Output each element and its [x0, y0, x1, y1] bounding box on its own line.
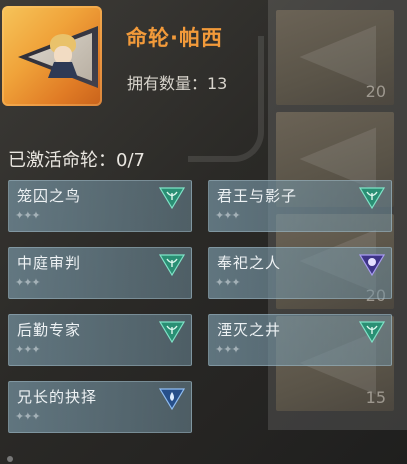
- constellation-name: 后勤专家: [17, 321, 82, 339]
- constellation-card[interactable]: 君王与影子 ✦✦✦: [208, 180, 392, 232]
- constellation-card[interactable]: 笼囚之鸟 ✦✦✦: [8, 180, 192, 232]
- star-rating: ✦✦✦: [215, 343, 241, 356]
- star-rating: ✦✦✦: [215, 209, 241, 222]
- green-element-icon: [159, 254, 185, 276]
- constellation-card[interactable]: 奉祀之人 ✦✦✦: [208, 247, 392, 299]
- constellation-name: 奉祀之人: [217, 254, 282, 272]
- constellation-name: 笼囚之鸟: [17, 187, 82, 205]
- star-rating: ✦✦✦: [15, 276, 41, 289]
- constellation-card[interactable]: 中庭审判 ✦✦✦: [8, 247, 192, 299]
- background-glyph: [188, 36, 264, 162]
- green-element-icon: [159, 187, 185, 209]
- activated-count: 已激活命轮：0/7: [8, 150, 145, 171]
- constellation-name: 兄长的抉择: [17, 388, 98, 406]
- purple-element-icon: [359, 254, 385, 276]
- item-card[interactable]: 20: [276, 10, 394, 105]
- star-rating: ✦✦✦: [15, 343, 41, 356]
- star-rating: ✦✦✦: [15, 410, 41, 423]
- triangle-frame-icon: [299, 25, 376, 89]
- constellation-name: 君王与影子: [217, 187, 298, 205]
- item-count: 15: [365, 388, 386, 407]
- character-face: [54, 46, 72, 64]
- constellation-name: 湮灭之井: [217, 321, 282, 339]
- constellation-name: 中庭审判: [17, 254, 82, 272]
- page-title: 命轮·帕西: [126, 26, 223, 50]
- character-portrait: [2, 6, 102, 106]
- green-element-icon: [359, 187, 385, 209]
- star-rating: ✦✦✦: [215, 276, 241, 289]
- constellation-card[interactable]: 兄长的抉择 ✦✦✦: [8, 381, 192, 433]
- green-element-icon: [159, 321, 185, 343]
- constellation-card[interactable]: 后勤专家 ✦✦✦: [8, 314, 192, 366]
- star-rating: ✦✦✦: [15, 209, 41, 222]
- item-count: 20: [365, 82, 386, 101]
- blue-element-icon: [159, 388, 185, 410]
- page-indicator-dot: [7, 456, 13, 462]
- owned-count: 拥有数量：13: [127, 74, 228, 93]
- constellation-card[interactable]: 湮灭之井 ✦✦✦: [208, 314, 392, 366]
- green-element-icon: [359, 321, 385, 343]
